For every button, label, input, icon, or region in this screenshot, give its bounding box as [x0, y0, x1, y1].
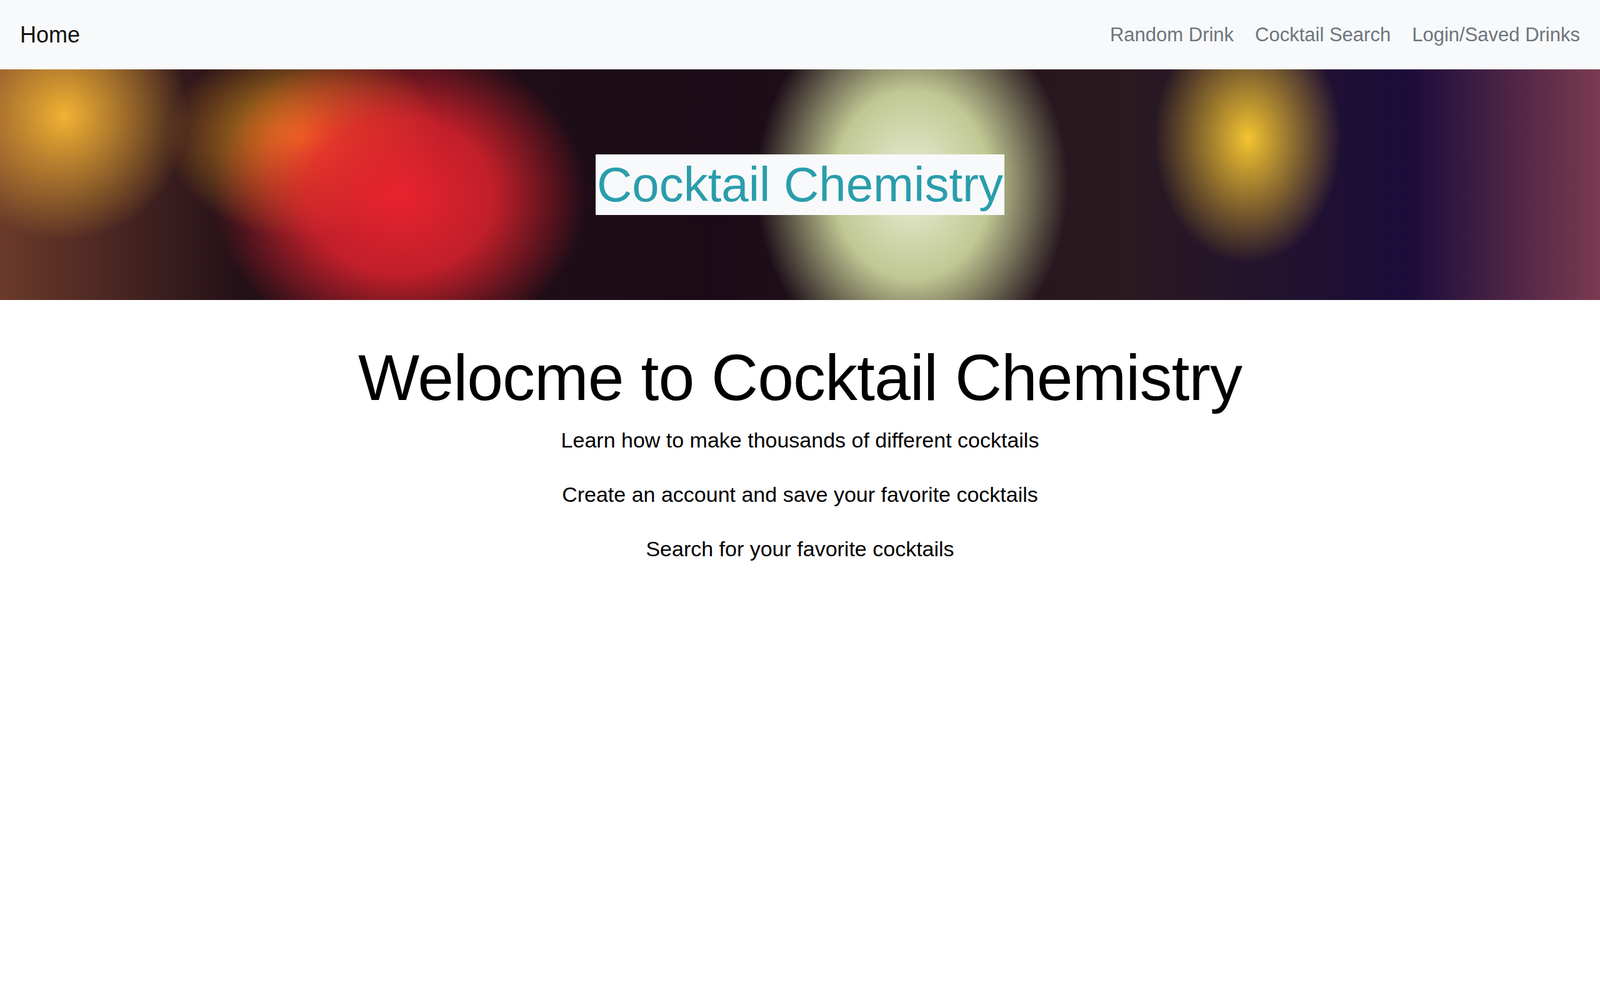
feature-text: Search for your favorite cocktails [645, 533, 954, 565]
feature-text: Learn how to make thousands of different… [561, 424, 1040, 457]
hero-title: Cocktail Chemistry [595, 154, 1005, 216]
welcome-section: Welocme to Cocktail Chemistry Learn how t… [0, 300, 1600, 588]
home-link[interactable]: Home [20, 21, 80, 49]
feature-text: Create an account and save your favorite… [561, 478, 1039, 511]
hero-banner: Cocktail Chemistry [0, 69, 1600, 300]
nav-link[interactable]: Random Drink [1110, 23, 1234, 47]
welcome-heading: Welocme to Cocktail Chemistry [358, 338, 1242, 417]
nav-links: Random Drink Cocktail Search Login/Saved D… [1110, 23, 1580, 47]
navbar: Home Random Drink Cocktail Search Login/Sav… [0, 0, 1600, 70]
nav-link[interactable]: Login/Saved Drinks [1411, 23, 1580, 47]
nav-link[interactable]: Cocktail Search [1255, 23, 1391, 47]
